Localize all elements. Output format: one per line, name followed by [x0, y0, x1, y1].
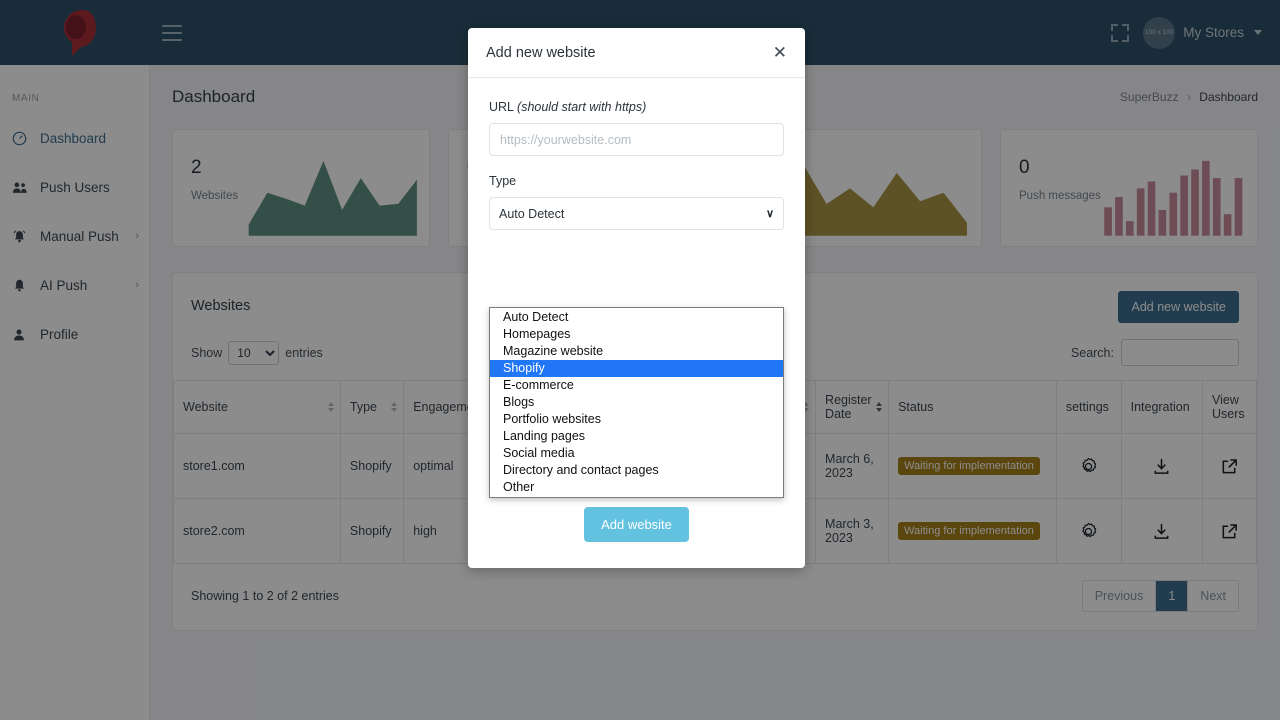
type-option-directory-and-contact-pages[interactable]: Directory and contact pages [490, 462, 783, 479]
url-label-hint: (should start with https) [517, 100, 646, 114]
type-option-social-media[interactable]: Social media [490, 445, 783, 462]
type-option-other[interactable]: Other [490, 479, 783, 496]
type-option-magazine-website[interactable]: Magazine website [490, 343, 783, 360]
type-select[interactable]: Auto Detect ∨ [489, 197, 784, 230]
add-website-submit-button[interactable]: Add website [584, 507, 689, 542]
close-icon[interactable]: ✕ [773, 44, 787, 61]
type-field-label: Type [489, 174, 784, 188]
type-option-blogs[interactable]: Blogs [490, 394, 783, 411]
type-option-landing-pages[interactable]: Landing pages [490, 428, 783, 445]
type-option-shopify[interactable]: Shopify [490, 360, 783, 377]
type-option-portfolio-websites[interactable]: Portfolio websites [490, 411, 783, 428]
modal-actions: Add website [489, 507, 784, 542]
url-input[interactable] [489, 123, 784, 156]
modal-body: URL (should start with https) Type Auto … [468, 78, 805, 568]
type-option-auto-detect[interactable]: Auto Detect [490, 309, 783, 326]
add-website-modal: Add new website ✕ URL (should start with… [468, 28, 805, 568]
type-select-dropdown[interactable]: Auto Detect Homepages Magazine website S… [489, 307, 784, 498]
url-field-label: URL (should start with https) [489, 100, 784, 114]
chevron-down-icon: ∨ [766, 207, 774, 220]
app-root: 100 x 100 My Stores MAIN Dashboard Push … [0, 0, 1280, 720]
url-label-text: URL [489, 100, 514, 114]
type-option-homepages[interactable]: Homepages [490, 326, 783, 343]
type-select-value: Auto Detect [499, 207, 766, 221]
type-option-e-commerce[interactable]: E-commerce [490, 377, 783, 394]
modal-header: Add new website ✕ [468, 28, 805, 78]
modal-title: Add new website [486, 45, 596, 61]
spacer [489, 156, 784, 174]
